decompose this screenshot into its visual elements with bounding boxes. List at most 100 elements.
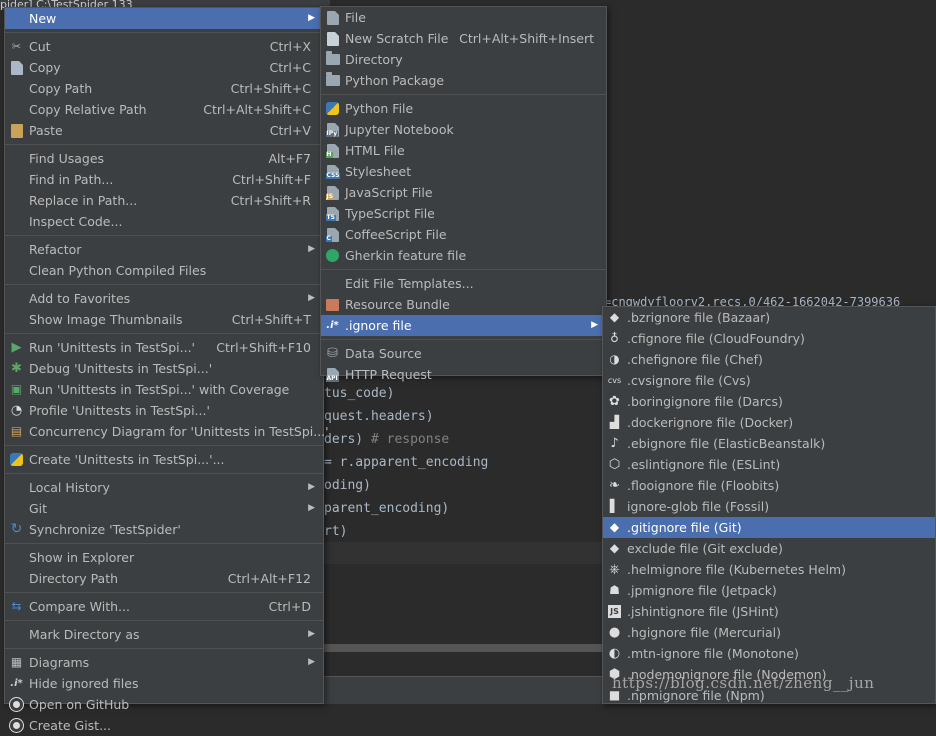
menu-item-show-thumbnails[interactable]: Show Image Thumbnails Ctrl+Shift+T (5, 309, 323, 330)
ignore-item[interactable]: ♪ .ebignore file (ElasticBeanstalk) (603, 433, 935, 454)
menu-separator (5, 617, 323, 621)
menu-item-clean-compiled[interactable]: Clean Python Compiled Files (5, 260, 323, 281)
menu-item-run[interactable]: ▶ Run 'Unittests in TestSpi...' Ctrl+Shift… (5, 337, 323, 358)
horizontal-scrollbar[interactable] (324, 644, 606, 652)
new-item-scratch-file[interactable]: New Scratch File Ctrl+Alt+Shift+Insert (321, 28, 606, 49)
menu-item-local-history[interactable]: Local History ▶ (5, 477, 323, 498)
menu-separator (5, 232, 323, 236)
menu-item-synchronize[interactable]: ↻ Synchronize 'TestSpider' (5, 519, 323, 540)
ignore-item[interactable]: ☗ .jpmignore file (Jetpack) (603, 580, 935, 601)
new-item-ignore-file[interactable]: .i* .ignore file ▶ (321, 315, 606, 336)
menu-item-git[interactable]: Git ▶ (5, 498, 323, 519)
menu-item-cut[interactable]: ✂ Cut Ctrl+X (5, 36, 323, 57)
database-icon: ⛁ (327, 346, 338, 361)
new-submenu: File New Scratch File Ctrl+Alt+Shift+Inse… (320, 6, 607, 382)
ignore-item[interactable]: ✿ .boringignore file (Darcs) (603, 391, 935, 412)
concurrency-icon: ▤ (10, 424, 23, 438)
jshint-icon: JS (607, 604, 622, 619)
ignore-item[interactable]: ▌ ignore-glob file (Fossil) (603, 496, 935, 517)
menu-item-find-in-path[interactable]: Find in Path... Ctrl+Shift+F (5, 169, 323, 190)
menu-separator (5, 330, 323, 334)
menu-item-copy-relative-path[interactable]: Copy Relative Path Ctrl+Alt+Shift+C (5, 99, 323, 120)
floobits-icon: ❧ (609, 478, 620, 493)
new-item-file[interactable]: File (321, 7, 606, 28)
ignore-item[interactable]: ◆ .bzrignore file (Bazaar) (603, 307, 935, 328)
menu-item-inspect-code[interactable]: Inspect Code... (5, 211, 323, 232)
menu-item-paste[interactable]: Paste Ctrl+V (5, 120, 323, 141)
scissors-icon: ✂ (11, 40, 22, 53)
ignore-item[interactable]: ◑ .chefignore file (Chef) (603, 349, 935, 370)
menu-item-mark-directory[interactable]: Mark Directory as ▶ (5, 624, 323, 645)
new-item-resource-bundle[interactable]: Resource Bundle (321, 294, 606, 315)
folder-icon (325, 51, 340, 67)
menu-item-hide-ignored[interactable]: .i* Hide ignored files (5, 673, 323, 694)
ignore-item[interactable]: ❧ .flooignore file (Floobits) (603, 475, 935, 496)
file-icon (325, 10, 340, 25)
typescript-file-icon: TS (325, 206, 340, 221)
new-item-data-source[interactable]: ⛁ Data Source (321, 343, 606, 364)
menu-item-show-in-explorer[interactable]: Show in Explorer (5, 547, 323, 568)
github-icon (9, 697, 24, 712)
ignore-item[interactable]: ▟ .dockerignore file (Docker) (603, 412, 935, 433)
new-item-javascript[interactable]: JS JavaScript File (321, 182, 606, 203)
ignore-item[interactable]: JS .jshintignore file (JSHint) (603, 601, 935, 622)
ignore-item[interactable]: ♁ .cfignore file (CloudFoundry) (603, 328, 935, 349)
menu-item-profile[interactable]: ◔ Profile 'Unittests in TestSpi...' (5, 400, 323, 421)
menu-separator (321, 336, 606, 340)
menu-item-copy[interactable]: Copy Ctrl+C (5, 57, 323, 78)
menu-item-find-usages[interactable]: Find Usages Alt+F7 (5, 148, 323, 169)
ignore-item[interactable]: ⎈ .helmignore file (Kubernetes Helm) (603, 559, 935, 580)
ignore-item[interactable]: cvs .cvsignore file (Cvs) (603, 370, 935, 391)
jupyter-file-icon: IPy (325, 122, 340, 137)
menu-item-concurrency-diagram[interactable]: ▤ Concurrency Diagram for 'Unittests in T… (5, 421, 329, 442)
debug-icon: ✱ (11, 361, 22, 376)
fossil-icon: ▌ (609, 499, 620, 513)
ignore-file-submenu: ◆ .bzrignore file (Bazaar) ♁ .cfignore fil… (602, 306, 936, 704)
new-item-jupyter[interactable]: IPy Jupyter Notebook (321, 119, 606, 140)
menu-item-open-github[interactable]: Open on GitHub (5, 694, 323, 715)
new-item-http-request[interactable]: API HTTP Request (321, 364, 606, 385)
bottom-panel (324, 676, 606, 704)
menu-separator (321, 91, 606, 95)
menu-item-create-gist[interactable]: Create Gist... (5, 715, 323, 736)
menu-item-debug[interactable]: ✱ Debug 'Unittests in TestSpi...' (5, 358, 323, 379)
submenu-arrow-icon: ▶ (308, 13, 315, 23)
menu-item-replace-in-path[interactable]: Replace in Path... Ctrl+Shift+R (5, 190, 323, 211)
new-item-coffeescript[interactable]: C CoffeeScript File (321, 224, 606, 245)
menu-item-refactor[interactable]: Refactor ▶ (5, 239, 323, 260)
ignore-item[interactable]: ◆ exclude file (Git exclude) (603, 538, 935, 559)
submenu-arrow-icon: ▶ (308, 293, 315, 303)
menu-item-new[interactable]: New ▶ (5, 8, 323, 29)
ignore-item[interactable]: ⬡ .eslintignore file (ESLint) (603, 454, 935, 475)
context-menu: New ▶ ✂ Cut Ctrl+X Copy Ctrl+C Copy Path Ctrl… (4, 7, 329, 733)
new-item-html[interactable]: H HTML File (321, 140, 606, 161)
submenu-arrow-icon: ▶ (591, 320, 598, 330)
menu-item-add-to-favorites[interactable]: Add to Favorites ▶ (5, 288, 323, 309)
scratch-file-icon (325, 31, 340, 46)
new-item-python-package[interactable]: Python Package (321, 70, 606, 91)
menu-separator (5, 645, 323, 649)
menu-item-directory-path[interactable]: Directory Path Ctrl+Alt+F12 (5, 568, 323, 589)
ignore-item[interactable]: ◐ .mtn-ignore file (Monotone) (603, 643, 935, 664)
bazaar-icon: ◆ (609, 310, 620, 324)
menu-item-copy-path[interactable]: Copy Path Ctrl+Shift+C (5, 78, 323, 99)
new-item-stylesheet[interactable]: CSS Stylesheet (321, 161, 606, 182)
menu-item-create-config[interactable]: Create 'Unittests in TestSpi...'... (5, 449, 323, 470)
git-icon: ◆ (609, 520, 620, 534)
eslint-icon: ⬡ (608, 457, 621, 472)
ignore-item-gitignore[interactable]: ◆ .gitignore file (Git) (603, 517, 935, 538)
new-item-edit-templates[interactable]: Edit File Templates... (321, 273, 606, 294)
new-item-python-file[interactable]: Python File (321, 98, 606, 119)
menu-item-run-coverage[interactable]: ▣ Run 'Unittests in TestSpi...' with Cove… (5, 379, 323, 400)
elasticbeanstalk-icon: ♪ (610, 436, 619, 451)
new-item-directory[interactable]: Directory (321, 49, 606, 70)
menu-separator (5, 540, 323, 544)
python-file-icon (325, 101, 340, 116)
html-file-icon: H (325, 143, 340, 158)
new-item-typescript[interactable]: TS TypeScript File (321, 203, 606, 224)
menu-item-diagrams[interactable]: ▦ Diagrams ▶ (5, 652, 323, 673)
menu-item-compare-with[interactable]: ⇆ Compare With... Ctrl+D (5, 596, 323, 617)
new-item-gherkin[interactable]: Gherkin feature file (321, 245, 606, 266)
code-line: ders) # response (324, 432, 450, 447)
ignore-item[interactable]: ● .hgignore file (Mercurial) (603, 622, 935, 643)
